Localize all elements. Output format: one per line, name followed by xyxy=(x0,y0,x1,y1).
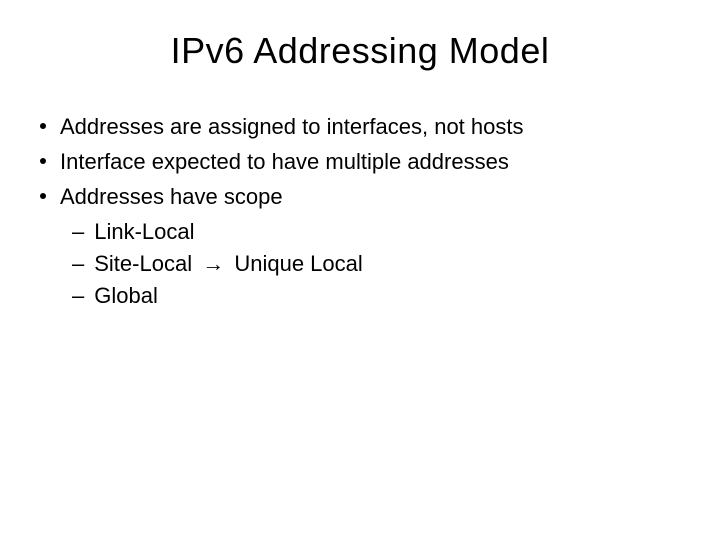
bullet-item: Addresses have scope xyxy=(40,182,690,213)
sub-bullet-text: Global xyxy=(94,280,158,312)
bullet-text: Interface expected to have multiple addr… xyxy=(60,147,509,178)
sub-bullet-item: – Global xyxy=(72,280,690,312)
sub-bullet-prefix: Site-Local xyxy=(94,251,192,276)
sub-bullet-item: – Link-Local xyxy=(72,216,690,248)
bullet-dot-icon xyxy=(40,158,46,164)
main-bullet-list: Addresses are assigned to interfaces, no… xyxy=(30,112,690,212)
dash-icon: – xyxy=(72,280,84,312)
bullet-item: Interface expected to have multiple addr… xyxy=(40,147,690,178)
bullet-text: Addresses are assigned to interfaces, no… xyxy=(60,112,523,143)
slide-title: IPv6 Addressing Model xyxy=(30,30,690,72)
dash-icon: – xyxy=(72,248,84,280)
sub-bullet-text: Link-Local xyxy=(94,216,194,248)
arrow-icon: → xyxy=(202,248,224,280)
bullet-item: Addresses are assigned to interfaces, no… xyxy=(40,112,690,143)
slide-container: IPv6 Addressing Model Addresses are assi… xyxy=(0,0,720,540)
bullet-dot-icon xyxy=(40,123,46,129)
sub-bullet-item: – Site-Local → Unique Local xyxy=(72,248,690,280)
dash-icon: – xyxy=(72,216,84,248)
sub-bullet-suffix: Unique Local xyxy=(234,251,362,276)
sub-bullet-list: – Link-Local – Site-Local → Unique Local… xyxy=(30,216,690,312)
bullet-text: Addresses have scope xyxy=(60,182,283,213)
sub-bullet-text: Site-Local → Unique Local xyxy=(94,248,363,280)
bullet-dot-icon xyxy=(40,193,46,199)
